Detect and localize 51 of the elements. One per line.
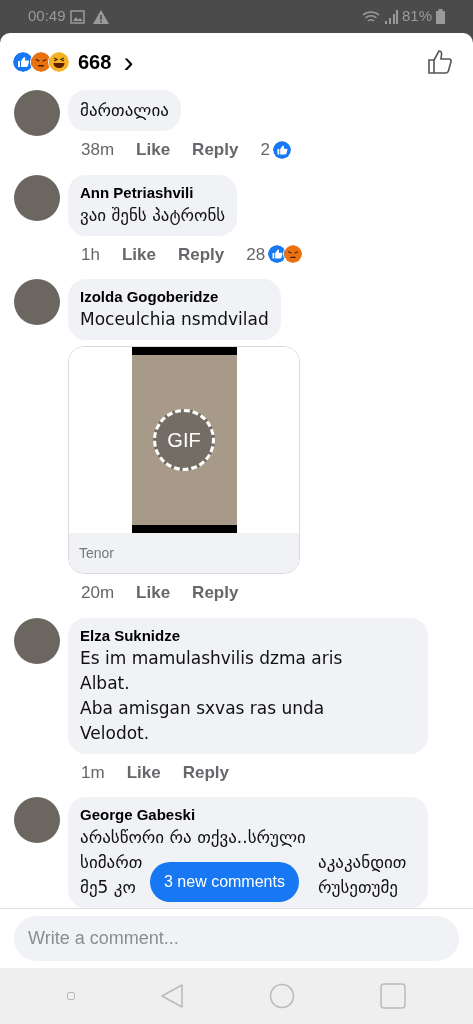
comment-text: Albat. [80,672,130,693]
comment-text: Velodot. [80,722,150,743]
avatar[interactable] [14,617,60,664]
comment-action-link[interactable]: Like [121,241,156,267]
comment-action-link[interactable]: Reply [192,137,239,163]
comment-text: რუსეთუმე [318,876,398,899]
reaction-count: 28 [246,243,266,266]
gif-attachment[interactable]: GIF Tenor [68,346,300,574]
avatar[interactable] [14,797,60,843]
comment-time: 20m [81,582,115,604]
comment-text: არასწორი რა თქვა..სრული [80,827,306,847]
avatar[interactable] [14,279,60,325]
gif-badge[interactable]: GIF [153,409,215,471]
comment-author[interactable]: George Gabeski [80,805,416,825]
reaction-summary[interactable]: 668 › [12,46,134,77]
comment-text: მე5 კო [80,876,136,899]
comment-time: 38m [81,139,115,161]
comment-input-field[interactable]: Write a comment... [14,916,459,961]
comment-text: Aba amisgan sxvas ras unda [80,697,325,718]
comment-text: მართალია [80,100,169,120]
comment-action-link[interactable]: Reply [177,241,225,267]
avatar[interactable] [14,90,60,136]
reaction-count: 668 [78,49,112,75]
comment-action-link[interactable]: Reply [192,580,239,606]
avatar[interactable] [14,174,60,221]
comment-action-link[interactable]: Like [126,759,161,785]
comment-time: 1m [81,761,105,784]
comment-text: ვაი შენს პატრონს [80,204,226,225]
comment-action-link[interactable]: Reply [182,759,229,785]
comment-author[interactable]: Izolda Gogoberidze [80,287,269,307]
comment-text: აკაკანდით [318,851,407,874]
comment-text: Es im mamulashvilis dzma aris [80,647,343,668]
comment-text: Moceulchia nsmdvilad [80,309,269,329]
signal-icon [383,9,398,24]
new-comments-button[interactable]: 3 new comments [150,862,299,902]
comment-author[interactable]: Elza Suknidze [80,625,416,646]
comment-action-link[interactable]: Like [136,580,171,606]
comment-action-link[interactable]: Like [136,137,171,163]
wifi-icon [361,9,380,24]
comment-text: სიმართ [80,851,143,874]
warning-icon [92,9,109,24]
gif-source: Tenor [79,543,115,563]
clock-time: 00:49 [28,6,66,27]
battery-percent: 81% [401,6,432,27]
battery-icon [436,9,445,24]
chevron-icon: › [123,46,134,77]
reaction-count: 2 [260,139,270,161]
comment-time: 1h [81,243,100,266]
thumbs-up-icon[interactable] [427,48,453,75]
image-icon [69,9,85,24]
comment-author[interactable]: Ann Petriashvili [80,182,226,203]
